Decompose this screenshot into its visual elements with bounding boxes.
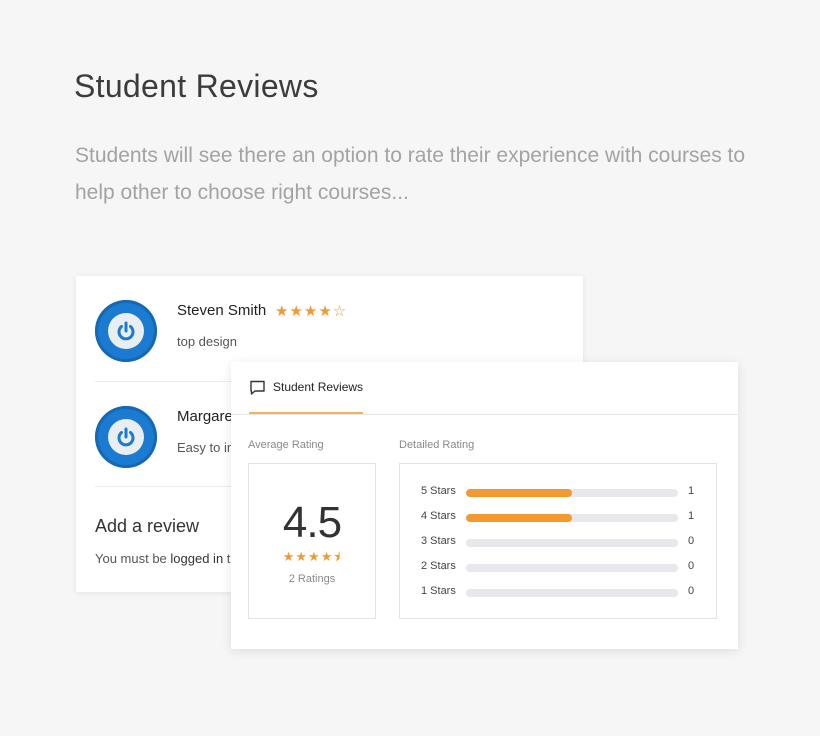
rating-row-label: 2 Stars bbox=[421, 560, 456, 572]
tab-bar: Student Reviews bbox=[231, 362, 738, 415]
review-text: top design bbox=[177, 334, 237, 349]
power-icon bbox=[117, 427, 135, 447]
reviewer-name: Steven Smith bbox=[177, 302, 267, 319]
rating-row-count: 0 bbox=[688, 535, 695, 547]
average-rating-box: 4.5 ★★★★⯨ 2 Ratings bbox=[248, 463, 376, 619]
detailed-rating-label: Detailed Rating bbox=[399, 439, 475, 451]
rating-row-label: 4 Stars bbox=[421, 510, 456, 522]
rating-bar-track bbox=[466, 489, 678, 497]
rating-row-count: 1 bbox=[688, 510, 695, 522]
review-text: Easy to in bbox=[177, 440, 235, 455]
avatar bbox=[95, 300, 157, 362]
rating-row: 1 Stars 0 bbox=[400, 585, 716, 601]
page-title: Student Reviews bbox=[74, 68, 319, 104]
rating-bar-track bbox=[466, 564, 678, 572]
comment-icon bbox=[250, 380, 265, 395]
rating-bar-track bbox=[466, 589, 678, 597]
rating-row-label: 1 Stars bbox=[421, 585, 456, 597]
login-note-prefix: You must be bbox=[95, 551, 171, 566]
rating-row-count: 0 bbox=[688, 585, 695, 597]
rating-bar-fill bbox=[466, 514, 572, 522]
rating-row-label: 5 Stars bbox=[421, 485, 456, 497]
rating-row: 4 Stars 1 bbox=[400, 510, 716, 526]
rating-row: 2 Stars 0 bbox=[400, 560, 716, 576]
ratings-count: 2 Ratings bbox=[288, 573, 336, 585]
review-stars: ★★★★☆ bbox=[275, 303, 348, 320]
average-rating-label: Average Rating bbox=[248, 439, 324, 451]
power-icon bbox=[117, 321, 135, 341]
rating-row: 5 Stars 1 bbox=[400, 485, 716, 501]
reviewer-name: Margare bbox=[177, 408, 233, 425]
rating-summary-card: Student Reviews Average Rating Detailed … bbox=[231, 362, 738, 649]
login-note-suffix: t bbox=[223, 551, 231, 566]
detailed-rating-box: 5 Stars 1 4 Stars 1 3 Stars 0 2 Stars 0 … bbox=[399, 463, 717, 619]
page-description: Students will see there an option to rat… bbox=[75, 144, 746, 204]
avatar bbox=[95, 406, 157, 468]
login-link[interactable]: logged in bbox=[170, 551, 223, 566]
average-rating-value: 4.5 bbox=[282, 498, 342, 547]
rating-row-label: 3 Stars bbox=[421, 535, 456, 547]
tab-label: Student Reviews bbox=[273, 380, 364, 394]
rating-bar-fill bbox=[466, 489, 572, 497]
rating-bar-track bbox=[466, 514, 678, 522]
rating-row: 3 Stars 0 bbox=[400, 535, 716, 551]
add-review-heading: Add a review bbox=[95, 516, 200, 536]
login-note: You must be logged in t bbox=[95, 551, 230, 566]
tab-student-reviews[interactable]: Student Reviews bbox=[249, 362, 363, 414]
rating-row-count: 1 bbox=[688, 485, 695, 497]
rating-row-count: 0 bbox=[688, 560, 695, 572]
rating-bar-track bbox=[466, 539, 678, 547]
average-rating-stars: ★★★★⯨ bbox=[282, 549, 342, 564]
